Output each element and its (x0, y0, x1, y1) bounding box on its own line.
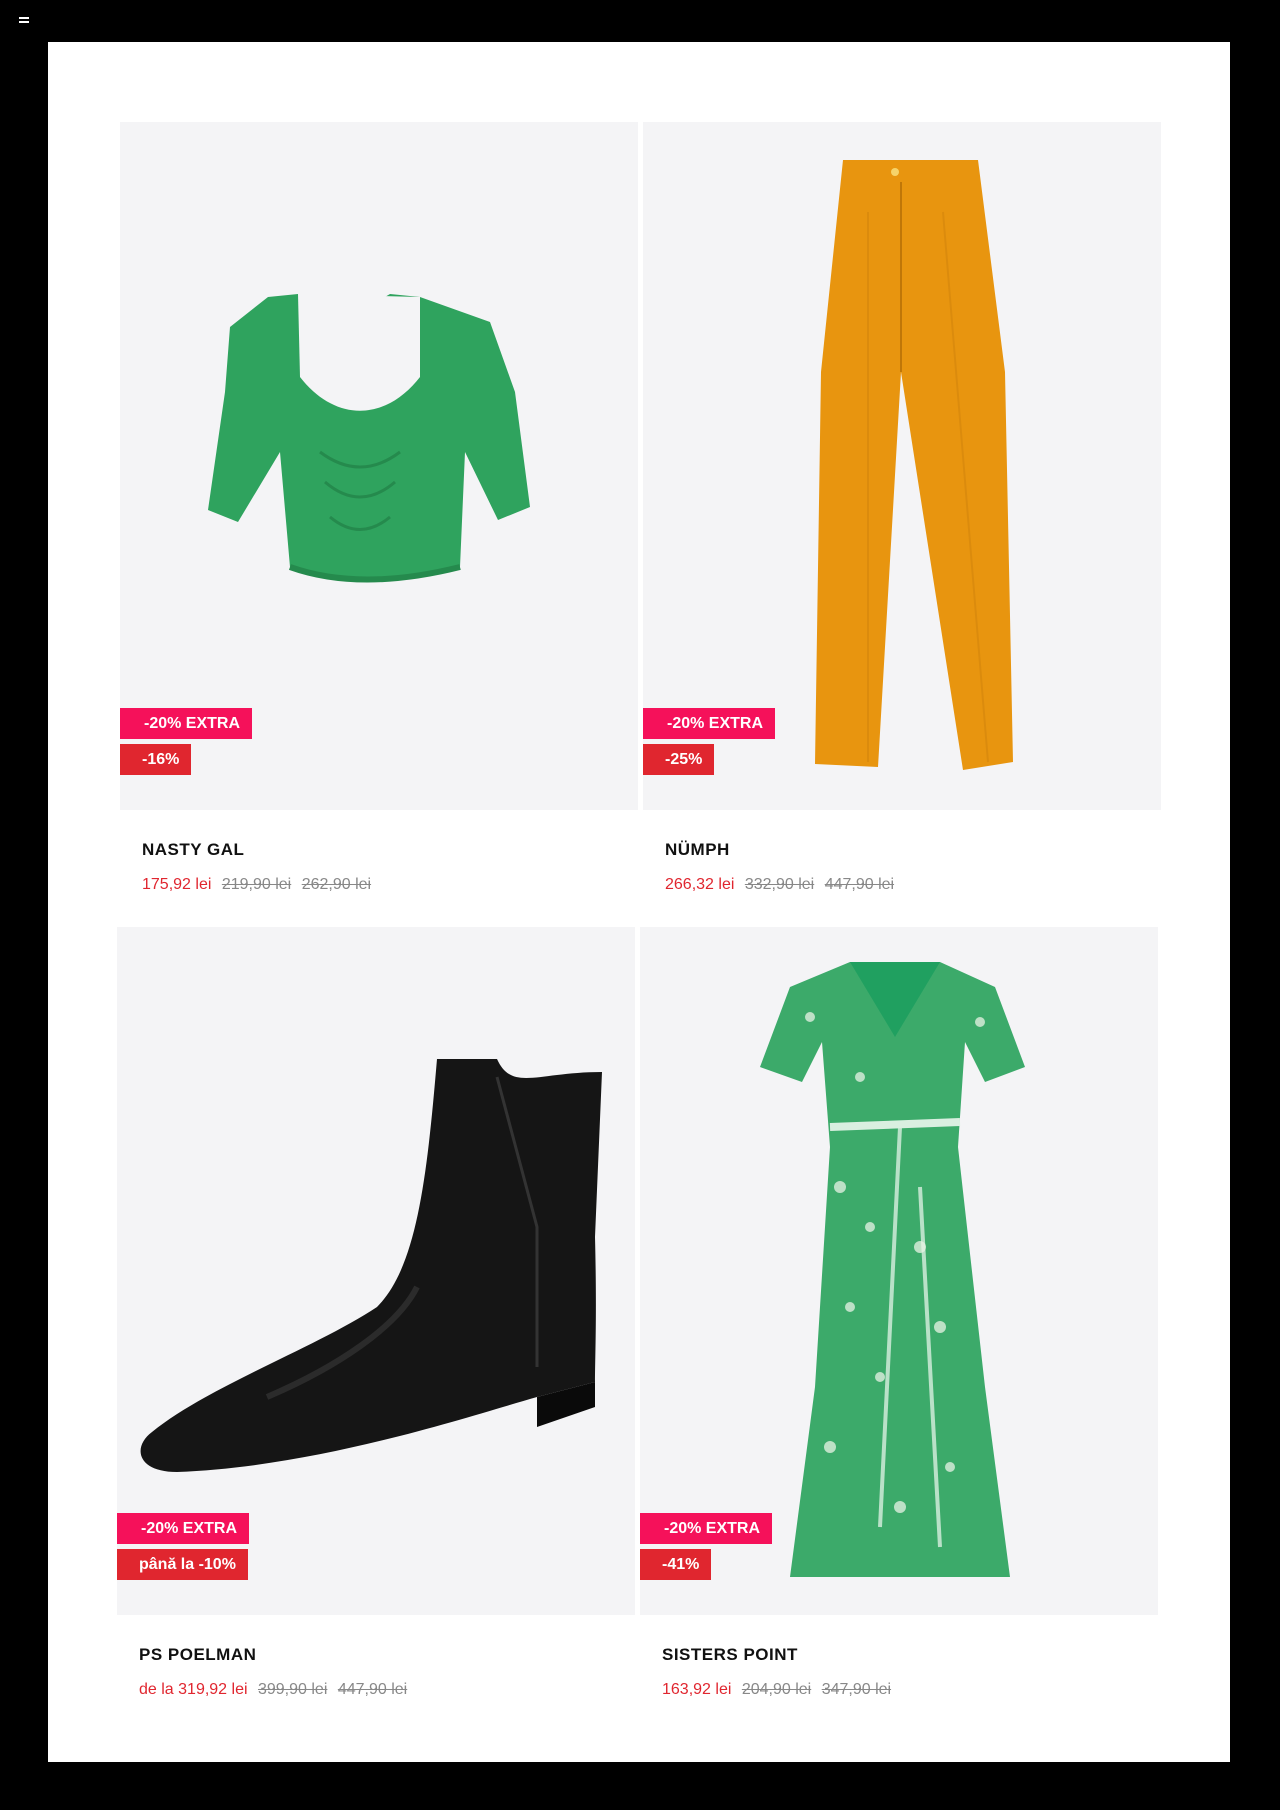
original-price: 347,90 lei (821, 1681, 892, 1698)
current-price: 163,92 lei (662, 1681, 732, 1698)
original-price: 262,90 lei (301, 876, 372, 893)
catalog-page: -20% EXTRA -16% NASTY GAL 175,92 lei 219… (48, 42, 1230, 1762)
discount-badge: până la -10% (117, 1549, 248, 1580)
current-price: 266,32 lei (665, 876, 735, 893)
orange-trousers-image (815, 160, 1013, 770)
green-top-image (208, 294, 530, 583)
price-row: 163,92 lei 204,90 lei 347,90 lei (662, 1681, 1158, 1699)
product-card[interactable]: -20% EXTRA până la -10% PS POELMAN de la… (117, 927, 635, 1699)
product-image[interactable]: -20% EXTRA până la -10% (117, 927, 635, 1615)
product-card[interactable]: -20% EXTRA -41% SISTERS POINT 163,92 lei… (640, 927, 1158, 1699)
extra-discount-badge: -20% EXTRA (640, 1513, 773, 1544)
product-image[interactable]: -20% EXTRA -16% (120, 122, 638, 810)
hamburger-menu-icon[interactable] (19, 17, 29, 25)
brand-name[interactable]: NASTY GAL (142, 840, 638, 860)
floral-dress-image (760, 962, 1025, 1577)
product-image[interactable]: -20% EXTRA -41% (640, 927, 1158, 1615)
black-boot-image (140, 1059, 602, 1472)
product-card[interactable]: -20% EXTRA -25% NÜMPH 266,32 lei 332,90 … (643, 122, 1161, 894)
product-image[interactable]: -20% EXTRA -25% (643, 122, 1161, 810)
product-card[interactable]: -20% EXTRA -16% NASTY GAL 175,92 lei 219… (120, 122, 638, 894)
current-price: 175,92 lei (142, 876, 212, 893)
original-price: 447,90 lei (824, 876, 895, 893)
extra-discount-badge: -20% EXTRA (117, 1513, 250, 1544)
brand-name[interactable]: PS POELMAN (139, 1645, 635, 1665)
price-row: de la 319,92 lei 399,90 lei 447,90 lei (139, 1681, 635, 1699)
extra-discount-badge: -20% EXTRA (643, 708, 776, 739)
old-price: 399,90 lei (257, 1681, 328, 1698)
extra-discount-badge: -20% EXTRA (120, 708, 253, 739)
price-row: 175,92 lei 219,90 lei 262,90 lei (142, 876, 638, 894)
current-price: de la 319,92 lei (139, 1681, 248, 1698)
original-price: 447,90 lei (337, 1681, 408, 1698)
old-price: 332,90 lei (744, 876, 815, 893)
discount-badge: -25% (643, 744, 715, 775)
brand-name[interactable]: NÜMPH (665, 840, 1161, 860)
discount-badge: -16% (120, 744, 192, 775)
old-price: 204,90 lei (741, 1681, 812, 1698)
discount-badge: -41% (640, 1549, 712, 1580)
brand-name[interactable]: SISTERS POINT (662, 1645, 1158, 1665)
price-row: 266,32 lei 332,90 lei 447,90 lei (665, 876, 1161, 894)
old-price: 219,90 lei (221, 876, 292, 893)
